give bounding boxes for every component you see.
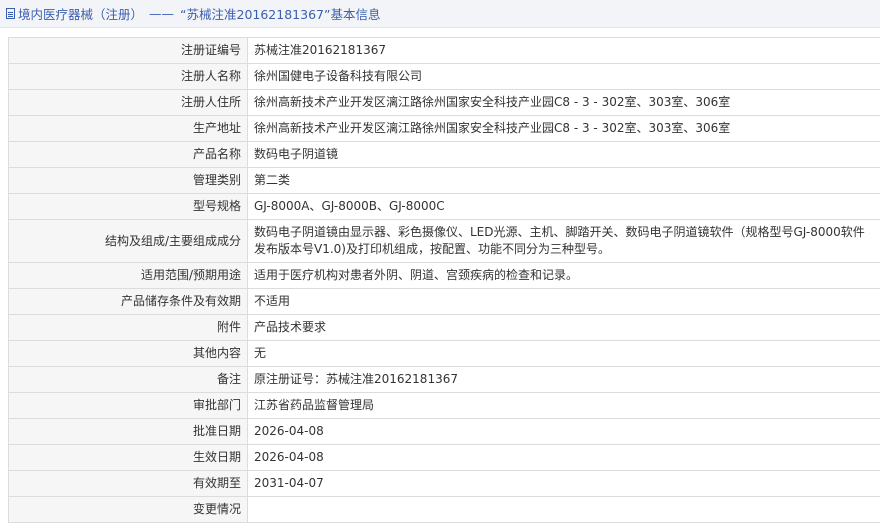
row-value: 2031-04-07 — [248, 471, 880, 497]
row-label: 批准日期 — [9, 419, 248, 445]
row-value: 第二类 — [248, 168, 880, 194]
row-value: 产品技术要求 — [248, 315, 880, 341]
document-icon — [6, 8, 15, 19]
row-label: 注册人名称 — [9, 64, 248, 90]
row-label: 其他内容 — [9, 341, 248, 367]
row-value: 徐州国健电子设备科技有限公司 — [248, 64, 880, 90]
table-row: 适用范围/预期用途适用于医疗机构对患者外阴、阴道、宫颈疾病的检查和记录。 — [9, 263, 880, 289]
row-label: 注册人住所 — [9, 90, 248, 116]
table-row: 有效期至2031-04-07 — [9, 471, 880, 497]
row-label: 附件 — [9, 315, 248, 341]
row-value: 苏械注准20162181367 — [248, 38, 880, 64]
table-row: 生产地址徐州高新技术产业开发区漓江路徐州国家安全科技产业园C8 - 3 - 30… — [9, 116, 880, 142]
table-row: 注册人名称徐州国健电子设备科技有限公司 — [9, 64, 880, 90]
row-value: 不适用 — [248, 289, 880, 315]
table-row: 附件产品技术要求 — [9, 315, 880, 341]
header-category: 境内医疗器械（注册） — [18, 4, 143, 23]
table-row: 其他内容无 — [9, 341, 880, 367]
row-label: 注册证编号 — [9, 38, 248, 64]
row-value: 江苏省药品监督管理局 — [248, 393, 880, 419]
table-row: 注册证编号苏械注准20162181367 — [9, 38, 880, 64]
row-label: 管理类别 — [9, 168, 248, 194]
row-value: GJ-8000A、GJ-8000B、GJ-8000C — [248, 194, 880, 220]
row-label: 生产地址 — [9, 116, 248, 142]
row-value: 适用于医疗机构对患者外阴、阴道、宫颈疾病的检查和记录。 — [248, 263, 880, 289]
table-row: 管理类别第二类 — [9, 168, 880, 194]
table-row: 审批部门江苏省药品监督管理局 — [9, 393, 880, 419]
row-value: 2026-04-08 — [248, 419, 880, 445]
row-label: 型号规格 — [9, 194, 248, 220]
page-header: 境内医疗器械（注册） —— “苏械注准20162181367”基本信息 — [0, 0, 880, 28]
table-row: 批准日期2026-04-08 — [9, 419, 880, 445]
row-label: 生效日期 — [9, 445, 248, 471]
row-value: 无 — [248, 341, 880, 367]
row-label: 产品储存条件及有效期 — [9, 289, 248, 315]
table-row: 型号规格GJ-8000A、GJ-8000B、GJ-8000C — [9, 194, 880, 220]
row-label: 备注 — [9, 367, 248, 393]
row-value: 徐州高新技术产业开发区漓江路徐州国家安全科技产业园C8 - 3 - 302室、3… — [248, 90, 880, 116]
row-label: 有效期至 — [9, 471, 248, 497]
table-row: 注册人住所徐州高新技术产业开发区漓江路徐州国家安全科技产业园C8 - 3 - 3… — [9, 90, 880, 116]
registration-info-table: 注册证编号苏械注准20162181367 注册人名称徐州国健电子设备科技有限公司… — [8, 37, 880, 523]
table-row: 产品名称数码电子阴道镜 — [9, 142, 880, 168]
row-value: 徐州高新技术产业开发区漓江路徐州国家安全科技产业园C8 - 3 - 302室、3… — [248, 116, 880, 142]
row-label: 变更情况 — [9, 497, 248, 523]
row-value: 2026-04-08 — [248, 445, 880, 471]
table-row: 变更情况 — [9, 497, 880, 523]
row-value: 数码电子阴道镜由显示器、彩色摄像仪、LED光源、主机、脚踏开关、数码电子阴道镜软… — [248, 220, 880, 263]
row-label: 审批部门 — [9, 393, 248, 419]
table-row: 产品储存条件及有效期不适用 — [9, 289, 880, 315]
row-value — [248, 497, 880, 523]
table-row: 生效日期2026-04-08 — [9, 445, 880, 471]
row-label: 产品名称 — [9, 142, 248, 168]
table-row: 备注原注册证号：苏械注准20162181367 — [9, 367, 880, 393]
row-value: 数码电子阴道镜 — [248, 142, 880, 168]
header-separator: —— — [149, 6, 174, 21]
table-row: 结构及组成/主要组成成分数码电子阴道镜由显示器、彩色摄像仪、LED光源、主机、脚… — [9, 220, 880, 263]
header-record-title: “苏械注准20162181367”基本信息 — [180, 4, 380, 23]
row-label: 适用范围/预期用途 — [9, 263, 248, 289]
row-label: 结构及组成/主要组成成分 — [9, 220, 248, 263]
row-value: 原注册证号：苏械注准20162181367 — [248, 367, 880, 393]
